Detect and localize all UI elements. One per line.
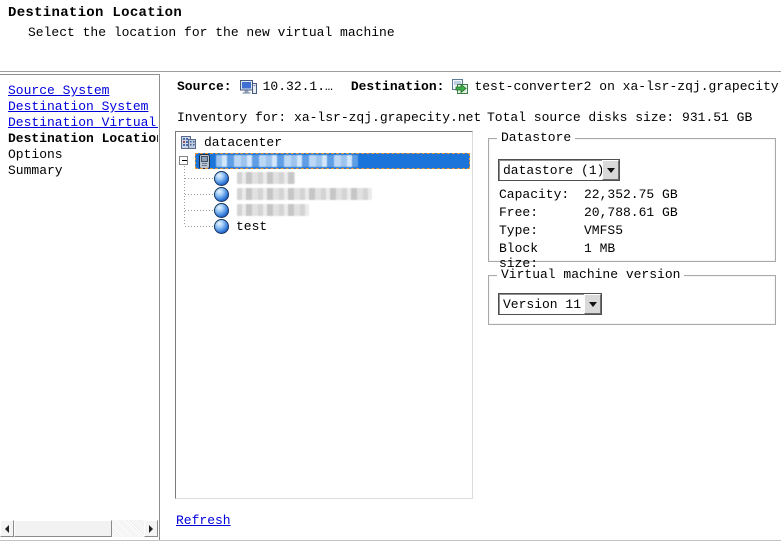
tree-connector-line — [184, 166, 185, 226]
scrollbar-track[interactable] — [112, 520, 144, 537]
chevron-down-icon[interactable] — [584, 294, 601, 314]
scroll-right-icon — [149, 525, 153, 533]
redacted-item-name — [237, 172, 295, 184]
datastore-select[interactable]: datastore (1) — [498, 159, 620, 181]
step-destination-virtual-machine[interactable]: Destination Virtual Machine — [8, 115, 158, 131]
tree-label-datacenter: datacenter — [204, 135, 282, 150]
source-label: Source: — [177, 79, 232, 94]
tree-connector-line — [185, 178, 213, 179]
refresh-link[interactable]: Refresh — [176, 513, 231, 528]
resource-pool-icon — [214, 203, 229, 218]
tree-label-test: test — [236, 219, 267, 234]
scroll-right-button[interactable] — [144, 520, 158, 537]
resource-pool-icon — [214, 171, 229, 186]
chevron-down-icon[interactable] — [602, 160, 619, 180]
inventory-for-label: Inventory for: xa-lsr-zqj.grapecity.net — [177, 110, 481, 125]
step-list: Source System Destination System Destina… — [0, 75, 159, 179]
tree-connector-line — [185, 226, 213, 227]
datastore-groupbox: Datastore datastore (1) Capacity: 22,352… — [488, 138, 776, 262]
host-icon — [198, 154, 211, 169]
page-title: Destination Location — [8, 5, 182, 21]
total-disks-label: Total source disks size: — [487, 110, 674, 125]
tree-row-test[interactable]: test — [214, 218, 267, 234]
redacted-item-name — [237, 204, 309, 216]
tree-row-vm-redacted[interactable] — [214, 202, 309, 218]
datastore-group-title: Datastore — [497, 131, 575, 145]
destination-label: Destination: — [351, 79, 445, 94]
block-size-label: Block size: — [499, 241, 584, 257]
scroll-left-button[interactable] — [0, 520, 14, 537]
bottom-separator — [0, 540, 781, 541]
collapse-expander-icon[interactable] — [179, 156, 188, 165]
free-value: 20,788.61 GB — [584, 205, 678, 221]
source-destination-bar: Source: 10.32.1.… Destination: test-conv… — [177, 79, 781, 94]
capacity-value: 22,352.75 GB — [584, 187, 678, 203]
computer-icon — [240, 80, 257, 94]
tree-row-vm-redacted[interactable] — [214, 186, 372, 202]
redacted-host-name — [216, 155, 358, 167]
source-value: 10.32.1.… — [263, 79, 333, 94]
free-label: Free: — [499, 205, 584, 221]
step-summary: Summary — [8, 163, 158, 179]
capacity-label: Capacity: — [499, 187, 584, 203]
tree-connector-line — [185, 194, 213, 195]
vm-version-group-title: Virtual machine version — [497, 268, 684, 282]
total-source-disks-size: Total source disks size: 931.51 GB — [487, 110, 752, 125]
vm-convert-icon — [452, 79, 468, 94]
tree-row-vm-redacted[interactable] — [214, 170, 295, 186]
tree-row-host-selected[interactable] — [176, 153, 472, 169]
datastore-free-row: Free: 20,788.61 GB — [499, 205, 769, 221]
step-destination-location: Destination Location — [8, 131, 158, 147]
resource-pool-icon — [214, 219, 229, 234]
datastore-blocksize-row: Block size: 1 MB — [499, 241, 769, 257]
vm-version-selected-value: Version 11 — [499, 297, 584, 312]
sidebar-horizontal-scrollbar[interactable] — [0, 520, 158, 537]
total-disks-value: 931.51 GB — [682, 110, 752, 125]
selected-row-highlight[interactable] — [195, 153, 470, 169]
destination-value: test-converter2 on xa-lsr-zqj.grapecity.… — [474, 79, 781, 94]
page-subtitle: Select the location for the new virtual … — [28, 25, 395, 40]
wizard-steps-sidebar: Source System Destination System Destina… — [0, 74, 160, 540]
scrollbar-thumb[interactable] — [14, 520, 112, 537]
inventory-tree: datacenter — [175, 131, 473, 499]
vm-version-groupbox: Virtual machine version Version 11 — [488, 275, 776, 325]
redacted-item-name — [237, 188, 372, 200]
step-options: Options — [8, 147, 158, 163]
scroll-left-icon — [5, 525, 9, 533]
resource-pool-icon — [214, 187, 229, 202]
type-value: VMFS5 — [584, 223, 623, 239]
tree-row-datacenter[interactable]: datacenter — [180, 134, 282, 150]
block-size-value: 1 MB — [584, 241, 615, 257]
datacenter-icon — [180, 135, 197, 150]
type-label: Type: — [499, 223, 584, 239]
converter-wizard-page: Destination Location Select the location… — [0, 0, 781, 545]
vm-version-select[interactable]: Version 11 — [498, 293, 602, 315]
step-source-system[interactable]: Source System — [8, 83, 158, 99]
header-separator — [0, 71, 781, 73]
datastore-capacity-row: Capacity: 22,352.75 GB — [499, 187, 769, 203]
tree-connector-line — [185, 210, 213, 211]
step-destination-system[interactable]: Destination System — [8, 99, 158, 115]
datastore-selected-value: datastore (1) — [499, 163, 602, 178]
datastore-type-row: Type: VMFS5 — [499, 223, 769, 239]
